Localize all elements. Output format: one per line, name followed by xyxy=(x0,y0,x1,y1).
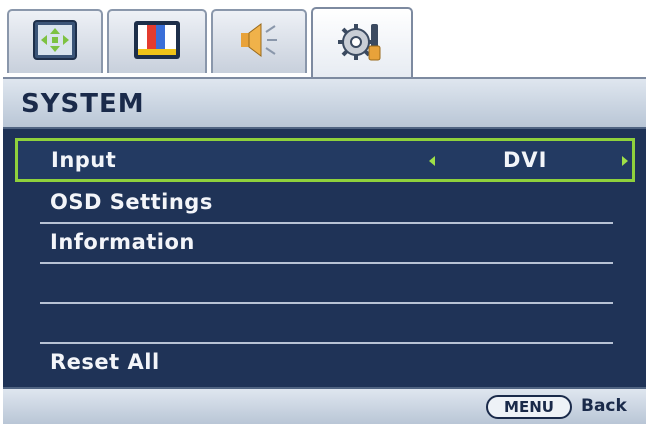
page-title: SYSTEM xyxy=(21,89,145,119)
menu-item-reset-all[interactable]: Reset All xyxy=(40,344,613,384)
arrow-right-icon[interactable] xyxy=(622,156,628,166)
input-value: DVI xyxy=(503,148,548,172)
menu-item-label: Reset All xyxy=(50,350,160,374)
audio-speaker-icon xyxy=(237,20,281,64)
tab-system[interactable] xyxy=(311,7,413,79)
menu-item-label: Input xyxy=(51,148,117,172)
menu-list: Input DVI OSD Settings Information Reset… xyxy=(3,129,646,387)
header-bar: SYSTEM xyxy=(3,77,646,129)
picture-icon xyxy=(133,20,181,64)
osd-window: SYSTEM Input DVI OSD Settings Informatio… xyxy=(3,3,646,424)
menu-item-empty xyxy=(40,304,613,344)
tab-picture[interactable] xyxy=(107,9,207,73)
menu-item-label: Information xyxy=(50,230,195,254)
menu-item-osd-settings[interactable]: OSD Settings xyxy=(40,184,613,224)
menu-item-empty xyxy=(40,264,613,304)
menu-item-information[interactable]: Information xyxy=(40,224,613,264)
display-adjust-icon xyxy=(33,20,77,64)
arrow-left-icon[interactable] xyxy=(429,156,435,166)
menu-item-label: OSD Settings xyxy=(50,190,213,214)
menu-button[interactable]: MENU xyxy=(486,395,572,419)
footer-bar: MENU Back xyxy=(3,387,646,424)
back-label: Back xyxy=(581,396,627,416)
tab-audio[interactable] xyxy=(211,9,307,73)
menu-item-input[interactable]: Input DVI xyxy=(15,138,635,182)
tab-display[interactable] xyxy=(7,9,103,73)
system-settings-icon xyxy=(338,20,386,68)
